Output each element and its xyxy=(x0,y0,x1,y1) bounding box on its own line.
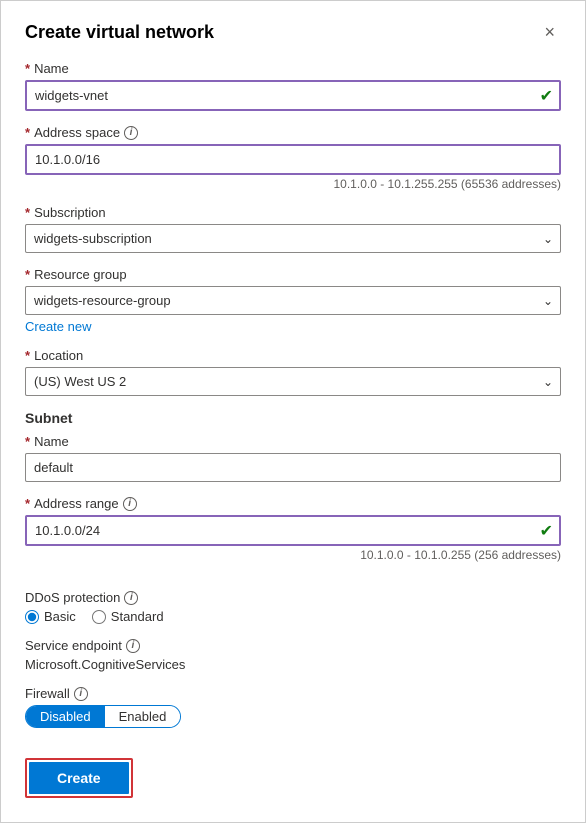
subnet-section: Subnet * Name * Address range i ✔ 10.1.0… xyxy=(25,410,561,576)
address-range-field-group: * Address range i ✔ 10.1.0.0 - 10.1.0.25… xyxy=(25,496,561,562)
subscription-label-text: Subscription xyxy=(34,205,106,220)
address-space-input[interactable] xyxy=(25,144,561,175)
address-range-label: * Address range i xyxy=(25,496,561,511)
create-button-wrapper: Create xyxy=(25,758,133,798)
ddos-info-icon[interactable]: i xyxy=(124,591,138,605)
create-button-row: Create xyxy=(25,742,561,798)
firewall-info-icon[interactable]: i xyxy=(74,687,88,701)
address-space-required-star: * xyxy=(25,125,30,140)
subnet-name-field-group: * Name xyxy=(25,434,561,482)
name-label: * Name xyxy=(25,61,561,76)
dialog-title: Create virtual network xyxy=(25,22,214,43)
address-range-label-text: Address range xyxy=(34,496,119,511)
firewall-toggle-group: Disabled Enabled xyxy=(25,705,561,728)
address-range-info-icon[interactable]: i xyxy=(123,497,137,511)
address-range-hint: 10.1.0.0 - 10.1.0.255 (256 addresses) xyxy=(25,548,561,562)
address-range-input-wrapper: ✔ xyxy=(25,515,561,546)
name-input-wrapper: ✔ xyxy=(25,80,561,111)
address-range-check-icon: ✔ xyxy=(540,521,553,541)
address-space-info-icon[interactable]: i xyxy=(124,126,138,140)
name-check-icon: ✔ xyxy=(540,86,553,106)
subscription-field-group: * Subscription widgets-subscription ⌄ xyxy=(25,205,561,253)
firewall-label: Firewall i xyxy=(25,686,561,701)
ddos-options: Basic Standard xyxy=(25,609,561,624)
subnet-name-label-text: Name xyxy=(34,434,69,449)
location-select-wrapper: (US) West US 2 ⌄ xyxy=(25,367,561,396)
create-virtual-network-dialog: Create virtual network × * Name ✔ * Addr… xyxy=(0,0,586,823)
subscription-select[interactable]: widgets-subscription xyxy=(25,224,561,253)
subnet-name-required-star: * xyxy=(25,434,30,449)
subscription-required-star: * xyxy=(25,205,30,220)
service-endpoint-field-group: Service endpoint i Microsoft.CognitiveSe… xyxy=(25,638,561,672)
name-field-group: * Name ✔ xyxy=(25,61,561,111)
ddos-basic-label: Basic xyxy=(44,609,76,624)
subnet-name-label: * Name xyxy=(25,434,561,449)
address-range-input[interactable] xyxy=(25,515,561,546)
ddos-standard-label: Standard xyxy=(111,609,164,624)
resource-group-label: * Resource group xyxy=(25,267,561,282)
ddos-standard-radio[interactable] xyxy=(92,610,106,624)
location-label: * Location xyxy=(25,348,561,363)
ddos-label: DDoS protection i xyxy=(25,590,561,605)
ddos-standard-option[interactable]: Standard xyxy=(92,609,164,624)
resource-group-field-group: * Resource group widgets-resource-group … xyxy=(25,267,561,334)
subscription-select-wrapper: widgets-subscription ⌄ xyxy=(25,224,561,253)
create-button[interactable]: Create xyxy=(29,762,129,794)
name-required-star: * xyxy=(25,61,30,76)
ddos-label-text: DDoS protection xyxy=(25,590,120,605)
service-endpoint-label: Service endpoint i xyxy=(25,638,561,653)
subnet-section-label: Subnet xyxy=(25,410,561,426)
subnet-name-input[interactable] xyxy=(25,453,561,482)
firewall-label-text: Firewall xyxy=(25,686,70,701)
ddos-basic-option[interactable]: Basic xyxy=(25,609,76,624)
location-required-star: * xyxy=(25,348,30,363)
firewall-disabled-button[interactable]: Disabled xyxy=(26,706,105,727)
ddos-basic-radio[interactable] xyxy=(25,610,39,624)
create-new-link[interactable]: Create new xyxy=(25,319,91,334)
resource-group-label-text: Resource group xyxy=(34,267,127,282)
resource-group-required-star: * xyxy=(25,267,30,282)
address-space-label: * Address space i xyxy=(25,125,561,140)
service-endpoint-label-text: Service endpoint xyxy=(25,638,122,653)
address-space-hint: 10.1.0.0 - 10.1.255.255 (65536 addresses… xyxy=(25,177,561,191)
resource-group-select[interactable]: widgets-resource-group xyxy=(25,286,561,315)
firewall-toggle-buttons: Disabled Enabled xyxy=(25,705,181,728)
close-button[interactable]: × xyxy=(538,21,561,43)
name-label-text: Name xyxy=(34,61,69,76)
firewall-enabled-button[interactable]: Enabled xyxy=(105,706,181,727)
location-label-text: Location xyxy=(34,348,83,363)
subscription-label: * Subscription xyxy=(25,205,561,220)
service-endpoint-value: Microsoft.CognitiveServices xyxy=(25,657,561,672)
address-space-field-group: * Address space i 10.1.0.0 - 10.1.255.25… xyxy=(25,125,561,191)
service-endpoint-info-icon[interactable]: i xyxy=(126,639,140,653)
location-select[interactable]: (US) West US 2 xyxy=(25,367,561,396)
resource-group-select-wrapper: widgets-resource-group ⌄ xyxy=(25,286,561,315)
address-space-label-text: Address space xyxy=(34,125,120,140)
ddos-field-group: DDoS protection i Basic Standard xyxy=(25,590,561,624)
firewall-field-group: Firewall i Disabled Enabled xyxy=(25,686,561,728)
location-field-group: * Location (US) West US 2 ⌄ xyxy=(25,348,561,396)
address-range-required-star: * xyxy=(25,496,30,511)
name-input[interactable] xyxy=(25,80,561,111)
dialog-header: Create virtual network × xyxy=(25,21,561,43)
